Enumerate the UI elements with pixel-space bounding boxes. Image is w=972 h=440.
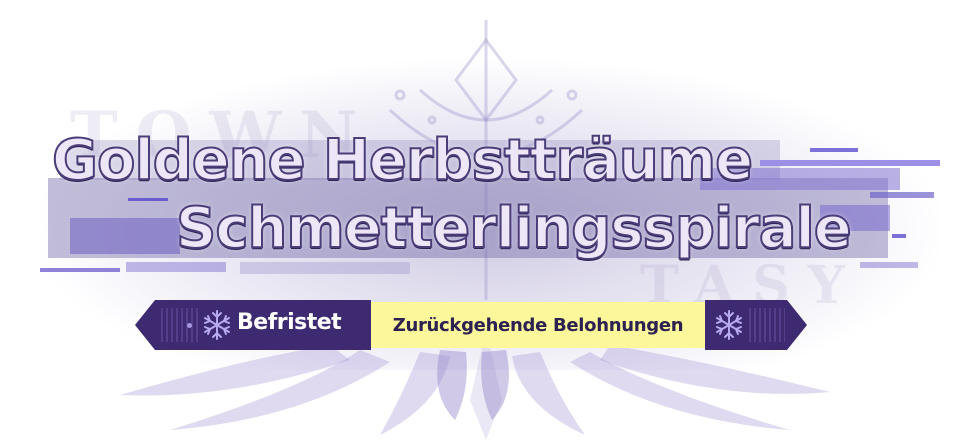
glitch-bar [810,148,858,152]
glitch-bar [70,218,180,254]
limited-tag: Befristet [135,300,371,350]
limited-label: Befristet [237,310,342,335]
glitch-bar [240,262,410,274]
glitch-bar [40,268,120,272]
event-title-line-2: Schmetterlingsspirale [175,195,853,262]
glitch-bar [126,262,226,272]
reward-label: Zurückgehende Belohnungen [392,314,684,336]
snowflake-icon [713,309,745,341]
banner-right-cap [705,300,807,350]
glitch-bar [892,234,906,238]
banner-stripes [749,308,785,342]
event-tag-banner: Befristet Zurückgehende Belohnungen [135,300,807,350]
glitch-bar [870,192,934,198]
event-title-line-1: Goldene Herbstträume [51,127,754,194]
event-banner: TOWN TASY Goldene Herbstträume Schmetter… [0,0,972,440]
banner-dot [187,323,192,328]
banner-stripes [161,308,199,342]
glitch-bar [760,160,940,166]
snowflake-icon [204,310,230,340]
reward-tag: Zurückgehende Belohnungen [371,302,705,348]
glitch-bar [128,198,168,201]
glitch-bar [860,262,918,268]
